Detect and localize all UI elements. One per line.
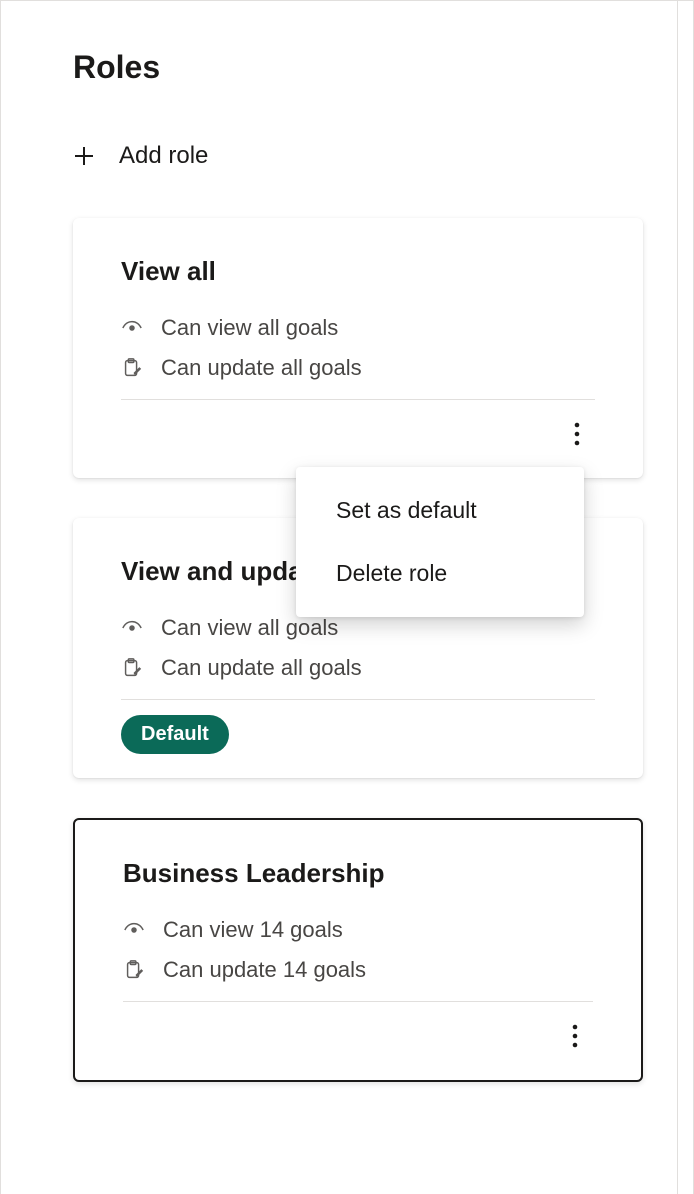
menu-delete-role[interactable]: Delete role (296, 542, 584, 605)
card-footer (121, 412, 595, 456)
divider (121, 699, 595, 700)
clipboard-edit-icon (123, 959, 145, 981)
permission-view-label: Can view 14 goals (163, 917, 343, 943)
permission-view-label: Can view all goals (161, 315, 338, 341)
more-options-button[interactable] (559, 416, 595, 452)
eye-icon (121, 617, 143, 639)
add-role-label: Add role (119, 142, 208, 170)
divider (121, 399, 595, 400)
menu-set-default[interactable]: Set as default (296, 479, 584, 542)
permission-update-row: Can update all goals (121, 355, 595, 381)
card-footer: Default (121, 712, 595, 756)
role-card[interactable]: Business Leadership Can view 14 goals (73, 818, 643, 1082)
permission-update-row: Can update all goals (121, 655, 595, 681)
role-title: Business Leadership (123, 858, 593, 889)
eye-icon (121, 317, 143, 339)
card-footer (123, 1014, 593, 1058)
permission-view-label: Can view all goals (161, 615, 338, 641)
clipboard-edit-icon (121, 357, 143, 379)
permission-update-label: Can update all goals (161, 355, 362, 381)
role-title: View all (121, 256, 595, 287)
right-gutter (677, 1, 693, 1194)
permission-view-row: Can view 14 goals (123, 917, 593, 943)
context-menu: Set as default Delete role (296, 467, 584, 617)
eye-icon (123, 919, 145, 941)
permission-update-label: Can update all goals (161, 655, 362, 681)
page-title: Roles (73, 49, 643, 86)
permission-update-label: Can update 14 goals (163, 957, 366, 983)
permission-update-row: Can update 14 goals (123, 957, 593, 983)
add-role-button[interactable]: Add role (73, 142, 643, 170)
default-badge: Default (121, 715, 229, 754)
permission-view-row: Can view all goals (121, 615, 595, 641)
more-options-button[interactable] (557, 1018, 593, 1054)
plus-icon (73, 145, 95, 167)
divider (123, 1001, 593, 1002)
clipboard-edit-icon (121, 657, 143, 679)
role-card[interactable]: View all Can view all goals (73, 218, 643, 478)
roles-panel: Roles Add role View all Can vie (0, 0, 694, 1194)
permission-view-row: Can view all goals (121, 315, 595, 341)
